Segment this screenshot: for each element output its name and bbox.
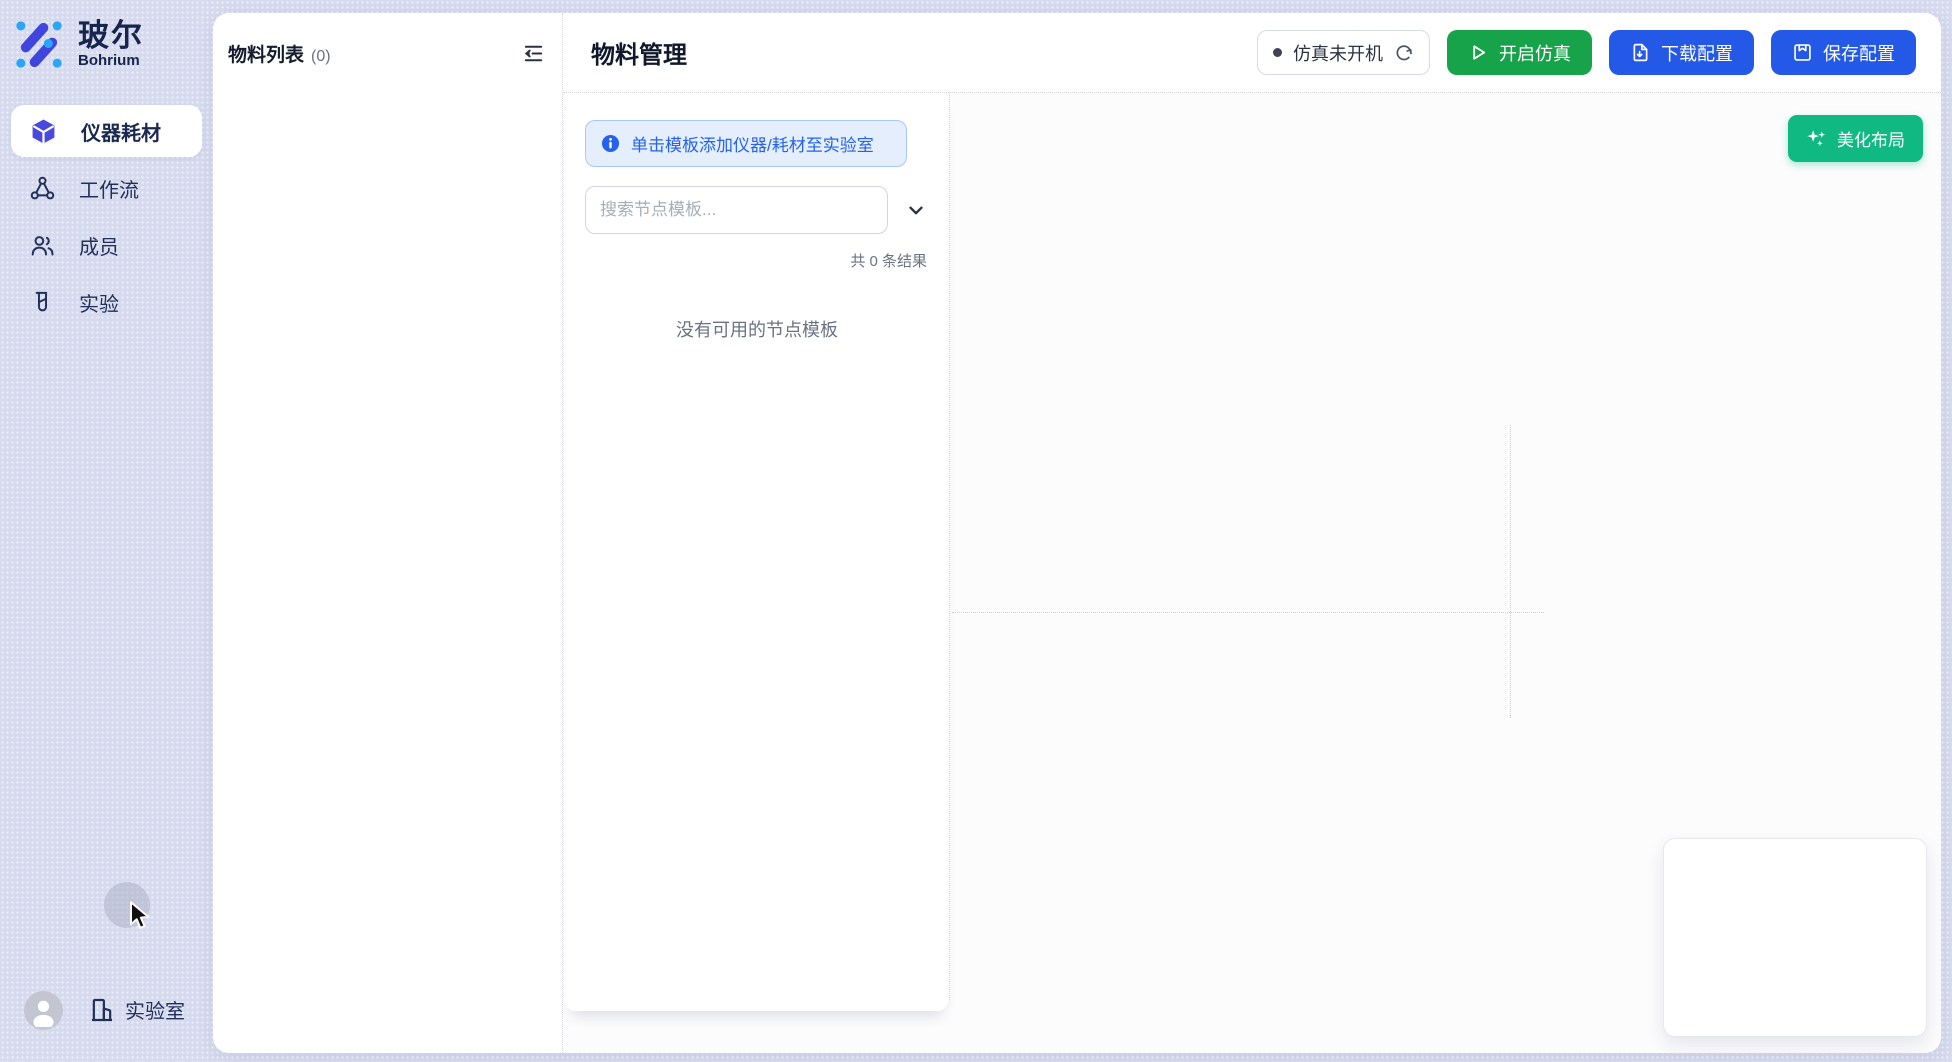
material-list-header: 物料列表 (0) <box>213 13 562 93</box>
collapse-panel-button[interactable] <box>520 40 546 66</box>
sidebar-item-workflow[interactable]: 工作流 <box>11 162 202 214</box>
file-download-icon <box>1630 42 1651 63</box>
brand-name: 玻尔 <box>78 20 144 53</box>
play-icon <box>1468 42 1489 63</box>
search-input[interactable] <box>585 186 888 234</box>
main-panel: 物料列表 (0) 物料管理 仿真未开机 <box>213 13 1941 1053</box>
expand-filters-button[interactable] <box>903 197 929 223</box>
workflow-icon <box>30 176 55 201</box>
save-config-button[interactable]: 保存配置 <box>1771 30 1916 75</box>
sidebar: 玻尔 Bohrium 仪器耗材 工作流 <box>0 0 213 1062</box>
canvas-guide-vertical <box>1510 425 1511 718</box>
sidebar-item-members[interactable]: 成员 <box>11 219 202 271</box>
test-tube-icon <box>30 290 55 315</box>
canvas-minimap[interactable] <box>1663 838 1927 1037</box>
cube-icon <box>30 118 57 145</box>
building-icon <box>88 996 116 1024</box>
brand-subtitle: Bohrium <box>78 52 144 69</box>
sidebar-item-label: 仪器耗材 <box>81 117 161 146</box>
info-icon <box>601 134 620 153</box>
chevron-down-icon <box>905 199 927 221</box>
bohrium-logo-icon <box>12 17 67 72</box>
sidebar-item-experiment[interactable]: 实验 <box>11 276 202 328</box>
simulation-status-label: 仿真未开机 <box>1293 40 1383 66</box>
template-hint-banner[interactable]: 单击模板添加仪器/耗材至实验室 <box>585 120 907 167</box>
user-avatar[interactable] <box>24 991 63 1030</box>
save-icon <box>1792 42 1813 63</box>
node-template-panel: 单击模板添加仪器/耗材至实验室 共 0 条结果 没有可用的节点模板 <box>564 93 950 1011</box>
layout-canvas[interactable]: 单击模板添加仪器/耗材至实验室 共 0 条结果 没有可用的节点模板 <box>563 93 1941 1053</box>
page-title: 物料管理 <box>591 35 687 70</box>
canvas-guide-horizontal <box>952 612 1544 613</box>
empty-state-text: 没有可用的节点模板 <box>585 316 929 342</box>
results-count: 共 0 条结果 <box>585 250 929 271</box>
refresh-icon[interactable] <box>1394 43 1414 63</box>
sidebar-item-instruments[interactable]: 仪器耗材 <box>11 105 202 157</box>
sidebar-item-label: 成员 <box>79 231 119 260</box>
download-config-button[interactable]: 下载配置 <box>1609 30 1754 75</box>
content-header: 物料管理 仿真未开机 开启仿真 <box>563 13 1941 93</box>
lab-label: 实验室 <box>125 995 185 1024</box>
sidebar-footer: 实验室 <box>0 992 213 1062</box>
template-search-row <box>585 186 929 234</box>
menu-fold-icon <box>522 42 545 65</box>
team-icon <box>30 233 55 258</box>
sidebar-nav: 仪器耗材 工作流 成员 <box>11 105 202 328</box>
beautify-layout-button[interactable]: 美化布局 <box>1788 115 1923 162</box>
banner-text: 单击模板添加仪器/耗材至实验室 <box>631 131 874 156</box>
material-list-count: (0) <box>311 48 331 65</box>
sidebar-item-label: 实验 <box>79 288 119 317</box>
brand-logo: 玻尔 Bohrium <box>12 17 144 72</box>
status-dot-icon <box>1273 48 1282 57</box>
sidebar-item-label: 工作流 <box>79 174 139 203</box>
sparkles-icon <box>1806 128 1827 149</box>
start-simulation-button[interactable]: 开启仿真 <box>1447 30 1592 75</box>
simulation-status-pill[interactable]: 仿真未开机 <box>1257 30 1430 75</box>
lab-selector[interactable]: 实验室 <box>88 995 185 1024</box>
material-list-title: 物料列表 <box>228 45 304 66</box>
mouse-cursor <box>128 901 154 931</box>
material-list-panel: 物料列表 (0) <box>213 13 562 1053</box>
